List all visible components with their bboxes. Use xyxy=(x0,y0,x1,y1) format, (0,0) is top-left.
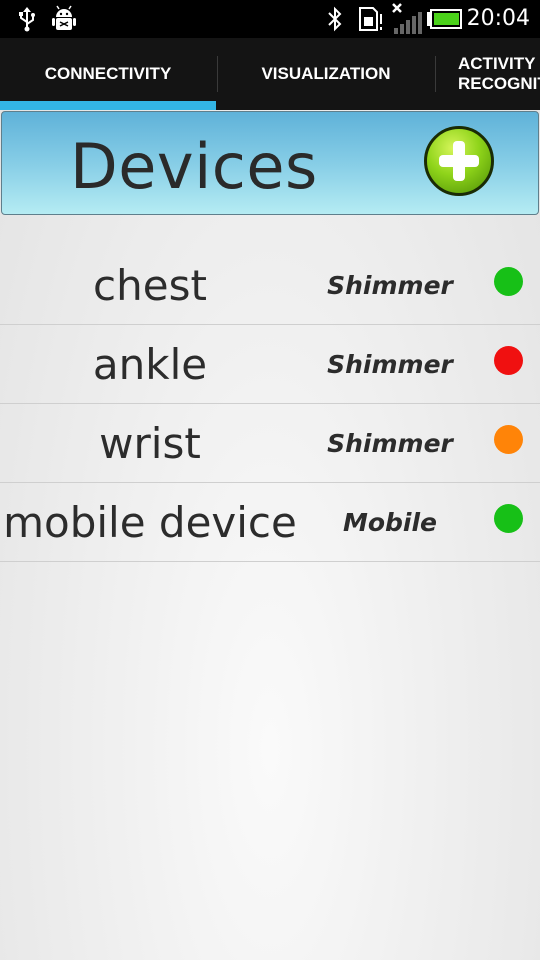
connection-status-indicator xyxy=(494,267,523,296)
device-name: chest xyxy=(93,261,207,310)
page-title: Devices xyxy=(70,130,318,203)
device-row-wrist[interactable]: wrist Shimmer xyxy=(0,404,540,483)
device-type: Mobile xyxy=(342,508,438,537)
tab-visualization[interactable]: VISUALIZATION xyxy=(218,38,434,110)
connection-status-indicator xyxy=(494,504,523,533)
device-row-ankle[interactable]: ankle Shimmer xyxy=(0,325,540,404)
usb-icon xyxy=(14,0,40,38)
device-name: wrist xyxy=(99,419,201,468)
add-device-button[interactable] xyxy=(424,126,494,196)
connection-status-indicator xyxy=(494,425,523,454)
tab-activity-recognition[interactable]: ACTIVITY RECOGNIT xyxy=(436,38,540,110)
devices-header: Devices xyxy=(1,111,539,215)
device-type: Shimmer xyxy=(327,429,453,458)
no-signal-icon xyxy=(390,0,424,38)
device-list: chest Shimmer ankle Shimmer wrist Shimme… xyxy=(0,246,540,562)
tab-bar: CONNECTIVITY VISUALIZATION ACTIVITY RECO… xyxy=(0,38,540,110)
tab-label: CONNECTIVITY xyxy=(44,64,172,83)
selected-tab-indicator xyxy=(0,101,216,110)
connection-status-indicator xyxy=(494,346,523,375)
tab-label: ACTIVITY RECOGNIT xyxy=(458,54,540,93)
status-bar: 20:04 xyxy=(0,0,540,38)
device-row-mobile-device[interactable]: mobile device Mobile xyxy=(0,483,540,562)
android-debug-icon xyxy=(50,0,78,38)
device-name: mobile device xyxy=(3,498,297,547)
bluetooth-icon xyxy=(324,0,346,38)
clock-time: 20:04 xyxy=(466,6,530,31)
device-row-chest[interactable]: chest Shimmer xyxy=(0,246,540,325)
add-circle-icon xyxy=(439,141,479,181)
sd-card-icon xyxy=(357,0,385,38)
device-type: Shimmer xyxy=(327,271,453,300)
tab-label: VISUALIZATION xyxy=(261,64,391,83)
device-name: ankle xyxy=(92,340,208,389)
device-type: Shimmer xyxy=(327,350,453,379)
tab-connectivity[interactable]: CONNECTIVITY xyxy=(0,38,216,110)
battery-icon xyxy=(426,0,462,38)
